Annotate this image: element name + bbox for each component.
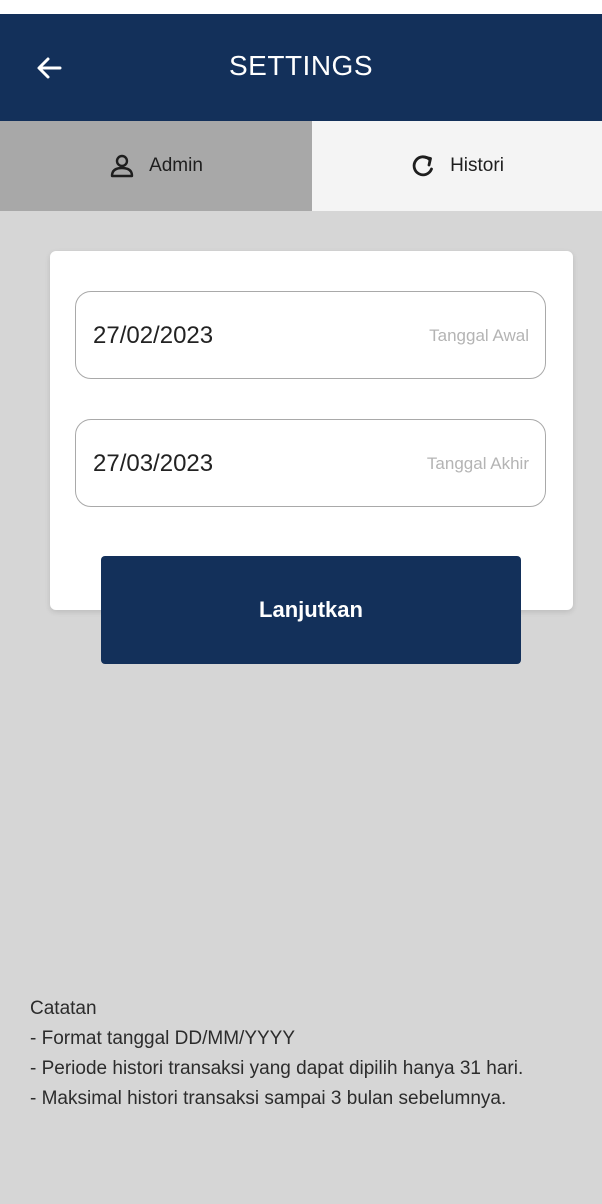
note-line: - Format tanggal DD/MM/YYYY [30, 1028, 296, 1049]
tab-histori-label: Histori [450, 155, 504, 176]
notes-heading: Catatan [30, 998, 97, 1019]
note-line: - Periode histori transaksi yang dapat d… [30, 1058, 524, 1079]
page-title: SETTINGS [228, 50, 373, 81]
end-date-label: Tanggal Akhir [426, 454, 529, 473]
start-date-value: 27/02/2023 [93, 322, 214, 349]
refresh-icon [410, 153, 436, 179]
end-date-field[interactable]: 27/03/2023 Tanggal Akhir [75, 419, 546, 507]
continue-button[interactable]: Lanjutkan [101, 556, 521, 664]
tab-admin[interactable]: Admin [0, 121, 312, 211]
end-date-value: 27/03/2023 [93, 450, 214, 477]
status-strip [0, 0, 602, 14]
notes-section: Catatan - Format tanggal DD/MM/YYYY - Pe… [30, 994, 590, 1114]
app-header: SETTINGS [0, 14, 602, 121]
tab-histori[interactable]: Histori [312, 121, 602, 211]
note-line: - Maksimal histori transaksi sampai 3 bu… [30, 1088, 507, 1109]
start-date-field[interactable]: 27/02/2023 Tanggal Awal [75, 291, 546, 379]
start-date-label: Tanggal Awal [429, 326, 529, 345]
tab-admin-label: Admin [149, 155, 203, 176]
user-icon [109, 153, 135, 179]
tab-bar: Admin Histori [0, 121, 602, 211]
